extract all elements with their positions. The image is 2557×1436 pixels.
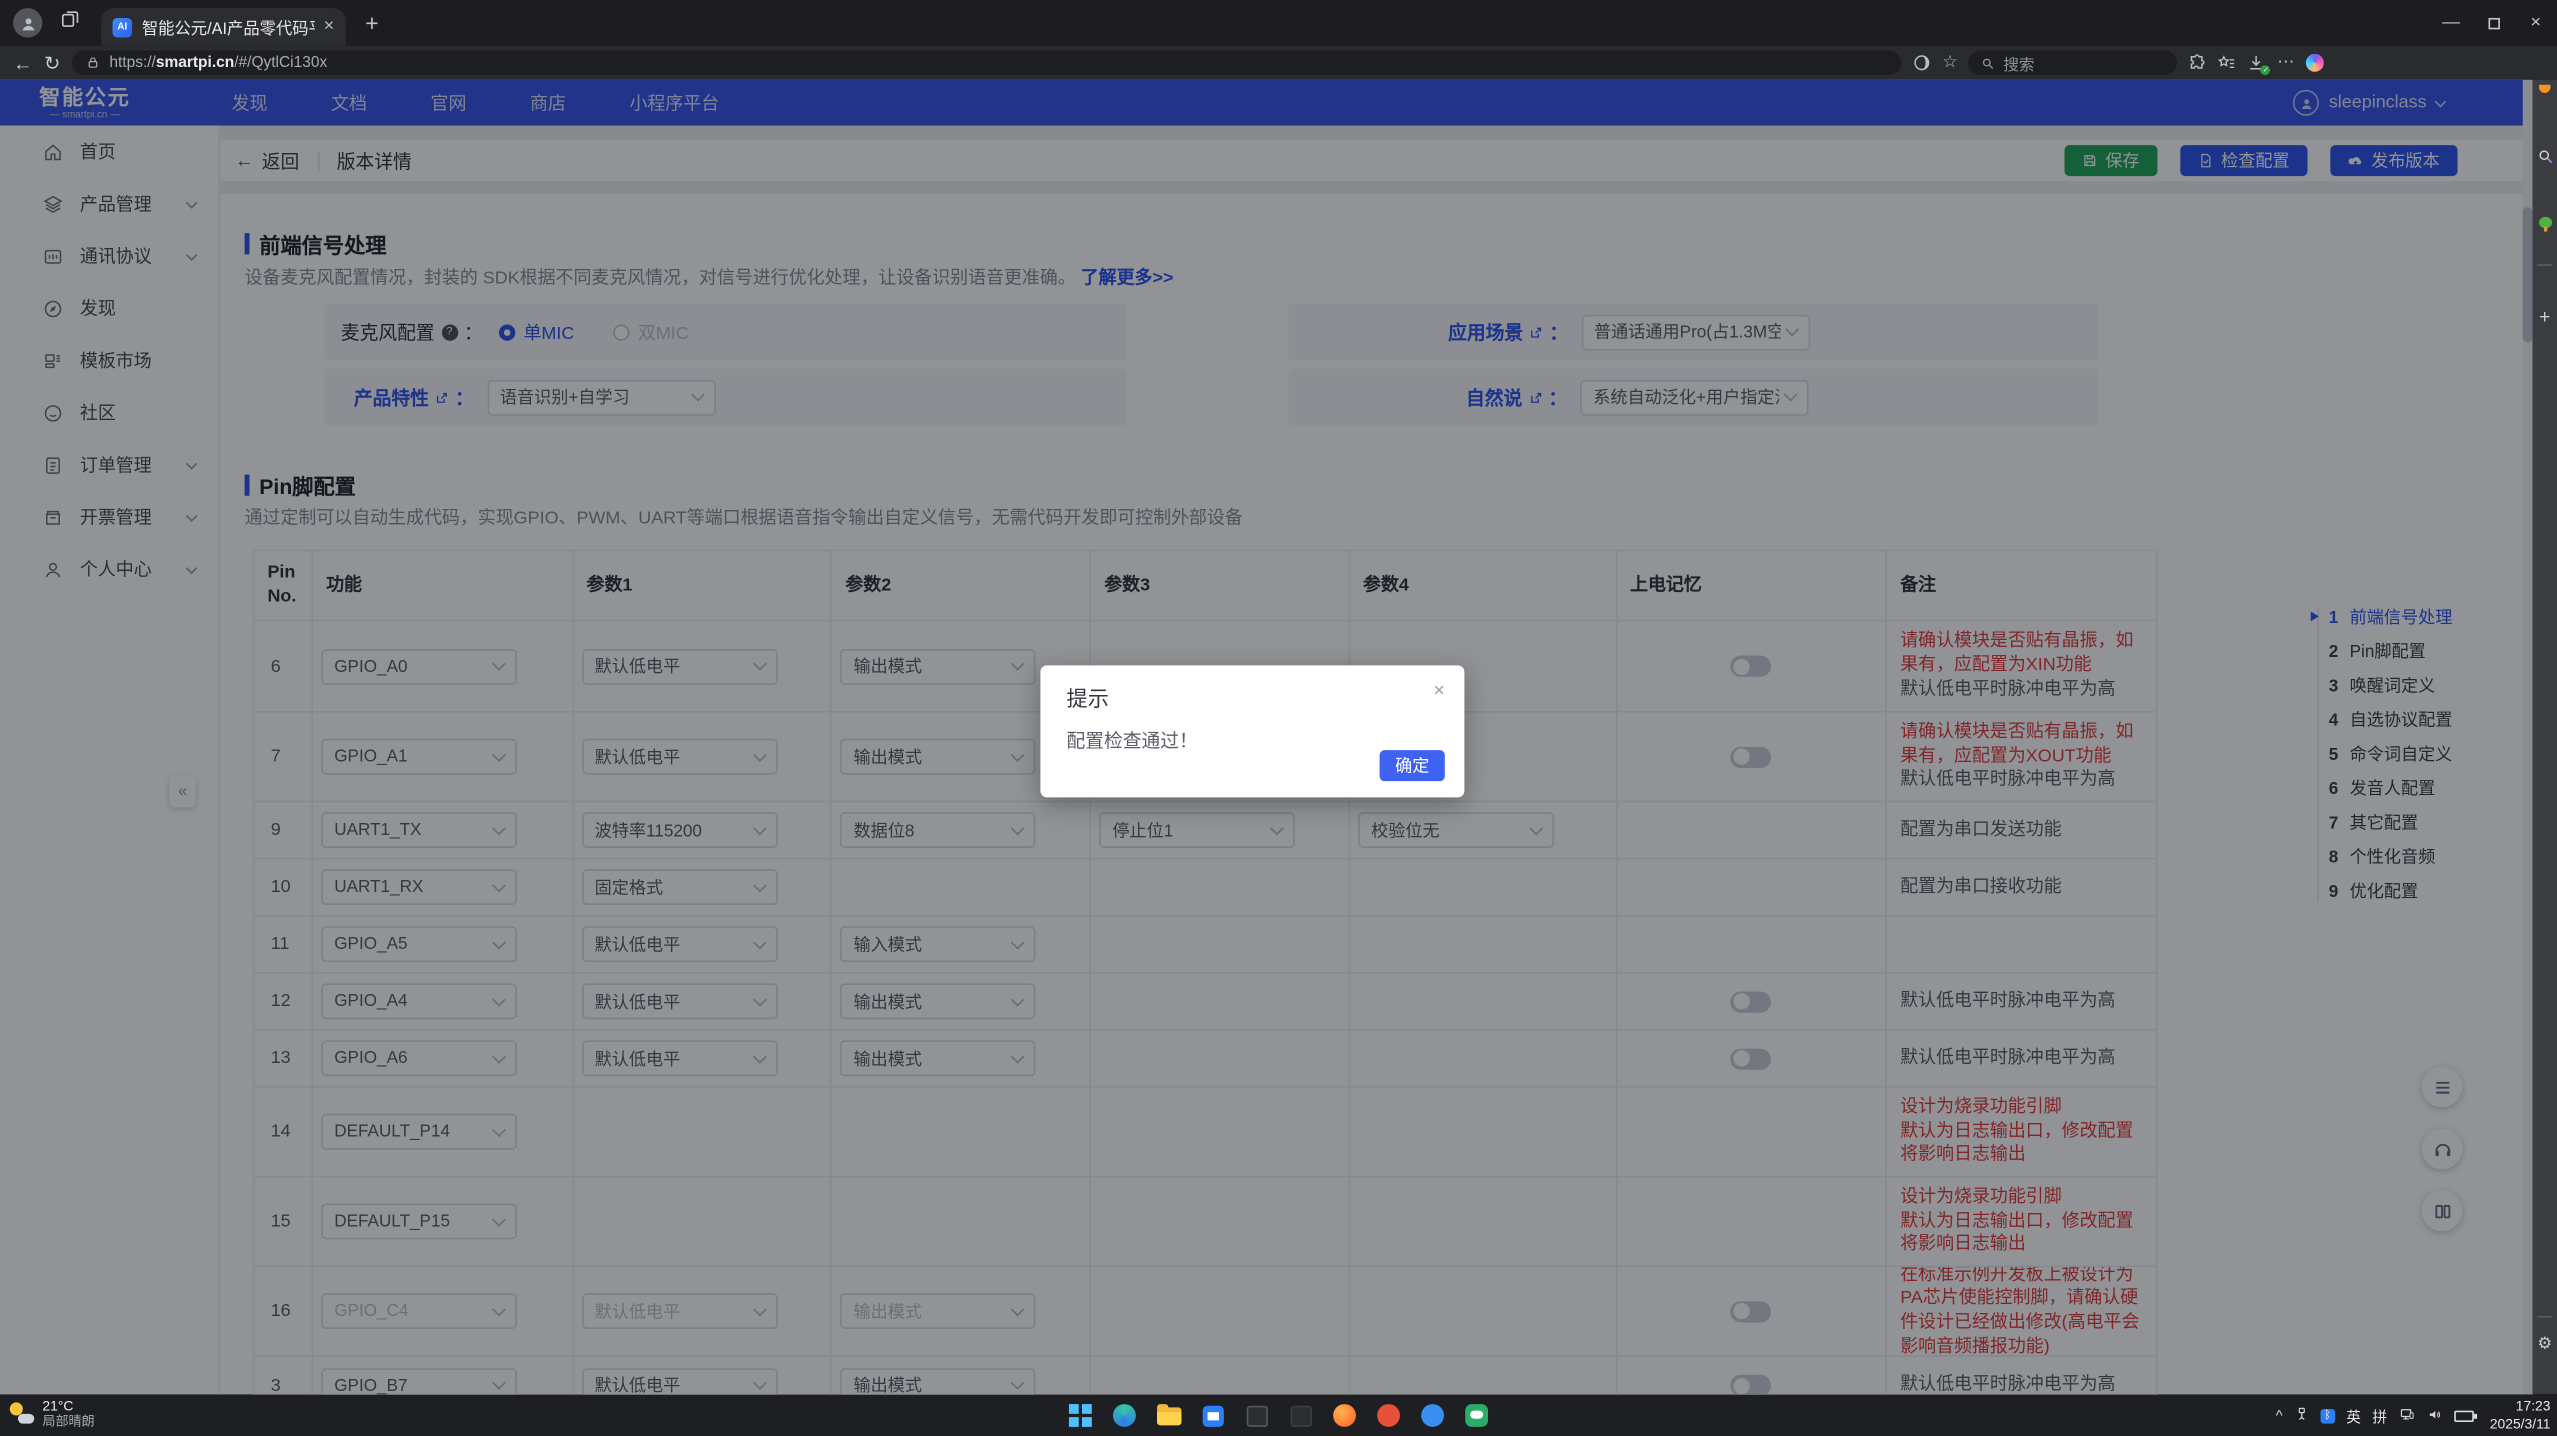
refresh-icon[interactable]: ↻ bbox=[44, 53, 60, 73]
bluetooth-icon[interactable]: ᛒ bbox=[2320, 1408, 2335, 1423]
windows-start-icon[interactable] bbox=[1067, 1402, 1093, 1428]
window-maximize-button[interactable] bbox=[2472, 0, 2514, 46]
terminal-icon[interactable] bbox=[1243, 1402, 1269, 1428]
usb-icon[interactable] bbox=[2294, 1401, 2309, 1430]
dialog-ok-button[interactable]: 确定 bbox=[1380, 750, 1445, 781]
lang-indicator-pinyin[interactable]: 拼 bbox=[2372, 1405, 2387, 1426]
downloads-icon[interactable]: ✓ bbox=[2248, 54, 2266, 72]
screen: AI 智能公元/AI产品零代码平台 × + — × ← ↻ https://sm… bbox=[0, 0, 2557, 1436]
network-icon[interactable] bbox=[2399, 1401, 2415, 1430]
person-icon bbox=[19, 14, 37, 32]
tab-title: 智能公元/AI产品零代码平台 bbox=[142, 15, 314, 39]
time: 17:23 bbox=[2490, 1398, 2551, 1415]
browser-side-rail: + ⚙ bbox=[2533, 80, 2557, 1394]
translate-icon[interactable] bbox=[1913, 54, 1931, 72]
new-tab-button[interactable]: + bbox=[365, 10, 378, 36]
browser-profile-avatar[interactable] bbox=[13, 8, 42, 37]
dialog-title: 提示 bbox=[1067, 682, 1109, 713]
windows-taskbar: 21°C 局部晴朗 ^ ᛒ 英 拼 17:23 2025/3/11 bbox=[0, 1394, 2557, 1436]
extensions-icon[interactable] bbox=[2189, 54, 2207, 72]
pinned-app-icon[interactable] bbox=[2533, 85, 2557, 93]
weather-desc: 局部晴朗 bbox=[42, 1414, 94, 1430]
taskbar-clock[interactable]: 17:23 2025/3/11 bbox=[2490, 1398, 2551, 1433]
terminal-dark-icon[interactable] bbox=[1287, 1402, 1313, 1428]
divider bbox=[2533, 264, 2557, 266]
microsoft-store-icon[interactable] bbox=[1199, 1402, 1225, 1428]
lang-indicator-en[interactable]: 英 bbox=[2346, 1405, 2361, 1426]
address-bar[interactable]: https://smartpi.cn/#/QytlCi130x bbox=[72, 51, 1902, 75]
window-controls: — × bbox=[2430, 0, 2557, 46]
weather-icon bbox=[10, 1403, 34, 1424]
favorite-star-icon[interactable]: ☆ bbox=[1942, 54, 1957, 71]
browser-tab[interactable]: AI 智能公元/AI产品零代码平台 × bbox=[101, 8, 346, 46]
system-tray: ^ ᛒ 英 拼 17:23 2025/3/11 bbox=[2276, 1394, 2551, 1436]
add-sidebar-item-icon[interactable]: + bbox=[2533, 305, 2557, 328]
window-minimize-button[interactable]: — bbox=[2430, 0, 2472, 46]
tab-favicon: AI bbox=[113, 17, 133, 37]
lock-icon bbox=[87, 55, 100, 70]
copilot-icon[interactable] bbox=[2306, 54, 2324, 72]
search-icon bbox=[1982, 56, 1995, 69]
taskbar-weather[interactable]: 21°C 局部晴朗 bbox=[10, 1398, 95, 1430]
temperature: 21°C bbox=[42, 1398, 94, 1415]
web-page: 智能公元 — smartpi.cn — 发现文档官网商店小程序平台 sleepi… bbox=[0, 80, 2533, 1394]
url-text: https://smartpi.cn/#/QytlCi130x bbox=[109, 54, 327, 72]
dialog-close-icon[interactable]: × bbox=[1433, 678, 1444, 701]
sidebar-settings-gear-icon[interactable]: ⚙ bbox=[2533, 1336, 2557, 1354]
taskbar-app-icons bbox=[1067, 1394, 1489, 1436]
blue-app-icon[interactable] bbox=[1420, 1402, 1446, 1428]
download-complete-badge: ✓ bbox=[2261, 65, 2271, 75]
battery-icon[interactable] bbox=[2454, 1410, 2474, 1421]
more-menu-icon[interactable]: ⋯ bbox=[2277, 54, 2294, 71]
favorites-list-icon[interactable] bbox=[2219, 54, 2237, 72]
tree-app-icon[interactable] bbox=[2533, 217, 2557, 232]
browser-tab-bar: AI 智能公元/AI产品零代码平台 × + — × bbox=[0, 0, 2557, 46]
divider bbox=[2533, 1316, 2557, 1318]
browser-toolbar: ← ↻ https://smartpi.cn/#/QytlCi130x ☆ 搜索… bbox=[0, 46, 2557, 80]
sidebar-search-icon[interactable] bbox=[2533, 148, 2557, 164]
window-close-button[interactable]: × bbox=[2515, 0, 2557, 46]
volume-icon[interactable] bbox=[2426, 1401, 2442, 1430]
toolbar-search-box[interactable]: 搜索 bbox=[1969, 51, 2178, 75]
file-explorer-icon[interactable] bbox=[1155, 1402, 1181, 1428]
dialog-message: 配置检查通过！ bbox=[1067, 727, 1198, 753]
firefox-icon[interactable] bbox=[1331, 1402, 1357, 1428]
red-app-icon[interactable] bbox=[1376, 1402, 1402, 1428]
message-dialog: 提示 × 配置检查通过！ 确定 bbox=[1040, 665, 1464, 797]
workspaces-icon[interactable] bbox=[60, 8, 80, 37]
hidden-icons-chevron[interactable]: ^ bbox=[2276, 1408, 2283, 1423]
search-placeholder: 搜索 bbox=[2003, 51, 2034, 74]
edge-browser-icon[interactable] bbox=[1111, 1402, 1137, 1428]
tab-close-icon[interactable]: × bbox=[324, 18, 334, 36]
back-icon[interactable]: ← bbox=[13, 53, 33, 73]
date: 2025/3/11 bbox=[2490, 1415, 2551, 1432]
wechat-icon[interactable] bbox=[1464, 1402, 1490, 1428]
